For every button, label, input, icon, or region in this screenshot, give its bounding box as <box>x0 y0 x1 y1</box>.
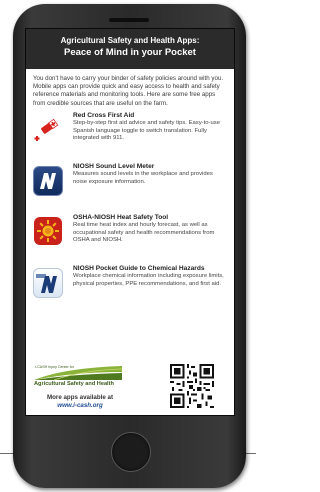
red-cross-first-aid-icon <box>34 114 62 143</box>
more-apps-text: More apps available at www.i-cash.org <box>30 394 130 410</box>
website-link[interactable]: www.i-cash.org <box>30 402 130 410</box>
app-name: Red Cross First Aid <box>73 111 135 119</box>
app-description: Step-by-step first aid advice and safety… <box>73 120 221 142</box>
icash-logo: I-CASH Injury Center for Agricultural Sa… <box>34 364 123 388</box>
app-list: Red Cross First Aid Step-by-step first a… <box>26 112 234 316</box>
intro-paragraph: You don't have to carry your binder of s… <box>33 75 224 107</box>
app-name: NIOSH Sound Level Meter <box>73 162 155 170</box>
more-apps-label: More apps available at <box>46 394 114 401</box>
logo-small-text: I-CASH Injury Center for <box>35 365 74 369</box>
qr-code-icon[interactable] <box>170 364 214 408</box>
app-item-niosh-sound[interactable]: NIOSH Sound Level Meter Measures sound l… <box>32 163 228 214</box>
footer: I-CASH Injury Center for Agricultural Sa… <box>26 364 234 415</box>
logo-main-text: Agricultural Safety and Health <box>34 381 114 387</box>
niosh-chemical-hazards-icon <box>33 267 63 298</box>
app-item-heat-safety[interactable]: OSHA-NIOSH Heat Safety Tool Real time he… <box>32 214 228 265</box>
app-item-red-cross[interactable]: Red Cross First Aid Step-by-step first a… <box>32 112 228 163</box>
app-description: Workplace chemical information including… <box>73 273 224 287</box>
app-name: NIOSH Pocket Guide to Chemical Hazards <box>73 264 205 272</box>
app-item-chemical-hazards[interactable]: NIOSH Pocket Guide to Chemical Hazards W… <box>32 265 228 316</box>
header-title-line1: Agricultural Safety and Health Apps: <box>60 36 200 45</box>
header-title-line2: Peace of Mind in your Pocket <box>64 47 196 58</box>
niosh-sound-meter-icon <box>33 165 63 196</box>
app-description: Real time heat index and hourly forecast… <box>73 222 215 244</box>
page-header: Agricultural Safety and Health Apps: Pea… <box>26 29 234 69</box>
app-name: OSHA-NIOSH Heat Safety Tool <box>73 213 169 221</box>
app-description: Measures sound levels in the workplace a… <box>73 171 213 185</box>
phone-frame: Agricultural Safety and Health Apps: Pea… <box>13 4 246 488</box>
sun-heat-icon <box>34 216 62 245</box>
speaker-grille <box>109 18 149 22</box>
home-button[interactable] <box>111 432 151 472</box>
phone-screen: Agricultural Safety and Health Apps: Pea… <box>25 28 235 416</box>
